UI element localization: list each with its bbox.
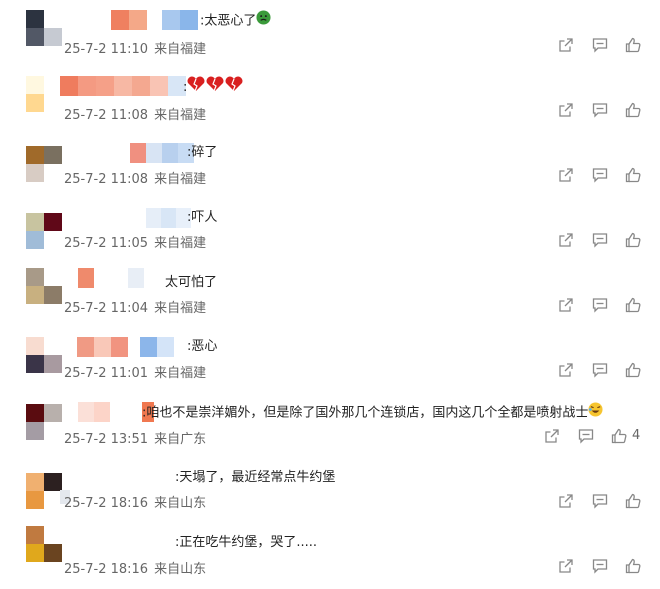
reply-icon[interactable] [592, 362, 608, 378]
reply-icon[interactable] [592, 37, 608, 53]
comment-location: 来自山东 [154, 562, 207, 577]
reply-icon[interactable] [592, 232, 608, 248]
avatar[interactable] [26, 337, 62, 373]
like-icon[interactable] [625, 493, 641, 509]
avatar[interactable] [26, 268, 62, 304]
comment-location: 来自福建 [154, 172, 207, 187]
username[interactable] [77, 337, 174, 357]
share-icon[interactable] [558, 232, 574, 248]
comment-text: :吓人 [187, 210, 218, 225]
comment-text: :碎了 [187, 145, 218, 160]
username[interactable] [111, 10, 198, 30]
like-icon[interactable] [625, 232, 641, 248]
share-icon[interactable] [558, 558, 574, 574]
like-icon[interactable] [625, 37, 641, 53]
comment-location: 来自福建 [154, 366, 207, 381]
reply-icon[interactable] [578, 428, 594, 444]
username[interactable] [170, 533, 174, 553]
like-icon[interactable] [625, 297, 641, 313]
username[interactable] [60, 76, 186, 96]
comment-time: 25-7-2 11:10 [64, 42, 149, 57]
comment-time: 25-7-2 11:08 [64, 108, 149, 123]
comment-time: 25-7-2 11:04 [64, 301, 149, 316]
comment-time: 25-7-2 11:05 [64, 236, 149, 251]
share-icon[interactable] [558, 37, 574, 53]
share-icon[interactable] [558, 493, 574, 509]
avatar[interactable] [26, 146, 62, 182]
comment-text: : [183, 76, 243, 96]
comment-time: 25-7-2 13:51 [64, 432, 149, 447]
sick-face-emoji-icon [256, 10, 271, 32]
like-count: 4 [632, 428, 641, 443]
like-icon[interactable] [625, 362, 641, 378]
comment-location: 来自福建 [154, 236, 207, 251]
username[interactable] [146, 208, 191, 228]
share-icon[interactable] [558, 362, 574, 378]
reply-icon[interactable] [592, 558, 608, 574]
comment-location: 来自山东 [154, 496, 207, 511]
share-icon[interactable] [558, 102, 574, 118]
avatar[interactable] [26, 76, 62, 112]
comment-text: :正在吃牛约堡，哭了..... [175, 535, 318, 550]
comment-text: :天塌了，最近经常点牛约堡 [175, 470, 336, 485]
like-icon[interactable] [625, 558, 641, 574]
like-icon[interactable] [611, 428, 627, 444]
comment-location: 来自福建 [154, 42, 207, 57]
comment-text: :太恶心了 [200, 10, 271, 30]
reply-icon[interactable] [592, 493, 608, 509]
comment-location: 来自福建 [154, 301, 207, 316]
comment-text: :恶心 [187, 339, 218, 354]
like-icon[interactable] [625, 102, 641, 118]
comment-location: 来自广东 [154, 432, 207, 447]
reply-icon[interactable] [592, 102, 608, 118]
username[interactable] [78, 268, 144, 288]
avatar[interactable] [26, 213, 62, 249]
comment-text: 太可怕了 [165, 275, 218, 290]
avatar[interactable] [26, 404, 62, 440]
comment-text: :咱也不是崇洋媚外，但是除了国外那几个连锁店，国内这几个全都是喷射战士 [142, 402, 603, 422]
like-icon[interactable] [625, 167, 641, 183]
comment-time: 25-7-2 11:08 [64, 172, 149, 187]
broken-heart-emoji-icon [187, 76, 243, 99]
comment-time: 25-7-2 11:01 [64, 366, 149, 381]
comment-time: 25-7-2 18:16 [64, 562, 149, 577]
comment-location: 来自福建 [154, 108, 207, 123]
reply-icon[interactable] [592, 297, 608, 313]
username[interactable] [130, 143, 194, 163]
avatar[interactable] [26, 526, 62, 562]
avatar[interactable] [26, 10, 62, 46]
share-icon[interactable] [558, 167, 574, 183]
avatar[interactable] [26, 473, 62, 509]
share-icon[interactable] [544, 428, 560, 444]
laugh-cry-emoji-icon [588, 402, 603, 424]
share-icon[interactable] [558, 297, 574, 313]
comment-time: 25-7-2 18:16 [64, 496, 149, 511]
reply-icon[interactable] [592, 167, 608, 183]
